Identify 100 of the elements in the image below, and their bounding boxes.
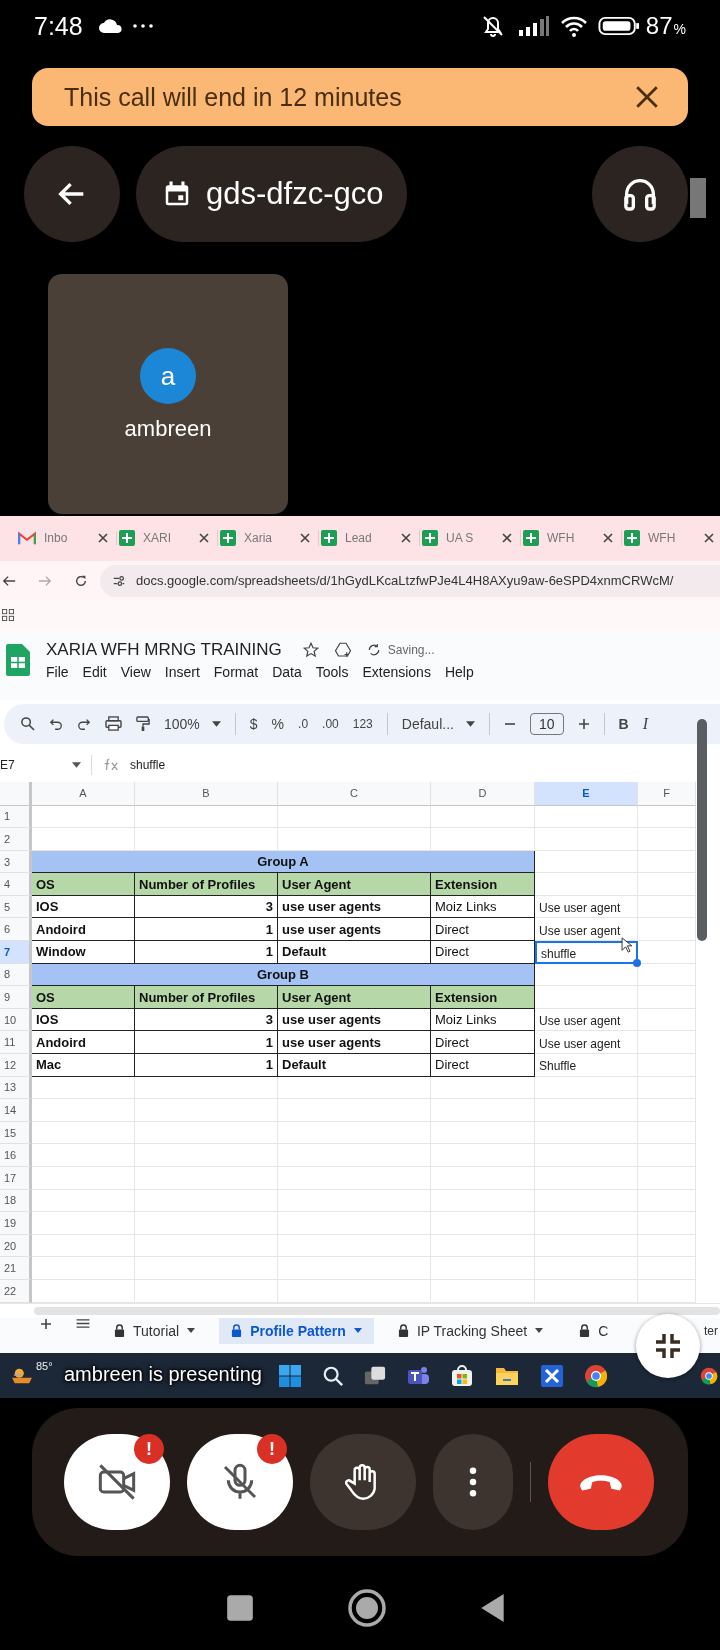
grid-cell[interactable] [278, 1189, 431, 1213]
grid-cell[interactable] [32, 1121, 135, 1145]
grid-cell[interactable] [32, 1257, 135, 1280]
grid-cell[interactable] [535, 805, 638, 829]
close-icon[interactable] [401, 533, 411, 544]
mic-button[interactable]: ! [187, 1434, 293, 1530]
close-icon[interactable] [704, 533, 714, 544]
grid-cell[interactable] [135, 1121, 278, 1145]
grid-cell[interactable] [135, 1144, 278, 1167]
column-letter[interactable]: B [135, 781, 278, 806]
task-view-icon[interactable] [364, 1364, 386, 1387]
grid-cell[interactable] [431, 1234, 535, 1258]
menu-item[interactable]: View [120, 664, 151, 681]
scroll-bar[interactable] [34, 1306, 720, 1315]
grid-cell[interactable] [135, 1076, 278, 1100]
grid-cell[interactable] [638, 1234, 696, 1258]
grid-cell[interactable] [638, 1099, 696, 1122]
grid-cell[interactable] [32, 1076, 135, 1100]
grid-cell[interactable] [535, 1099, 638, 1122]
forward-arrow-icon[interactable] [38, 573, 52, 588]
caret-icon[interactable] [72, 761, 81, 768]
grid-cell[interactable] [135, 1167, 278, 1190]
table-cell[interactable]: Use user agent [535, 895, 638, 919]
grid-cell[interactable] [135, 805, 278, 829]
row-number[interactable]: 18 [0, 1189, 32, 1213]
grid-cell[interactable] [32, 828, 135, 851]
grid-cell[interactable] [535, 1212, 638, 1235]
grid-cell[interactable] [535, 986, 638, 1009]
grid-cell[interactable] [431, 1189, 535, 1213]
close-icon[interactable] [98, 533, 108, 544]
drive-icon[interactable] [333, 641, 352, 660]
grid-cell[interactable] [278, 1280, 431, 1303]
grid-cell[interactable] [431, 828, 535, 851]
row-number[interactable]: 20 [0, 1234, 32, 1258]
zoom-dropdown[interactable]: 100% [164, 715, 221, 732]
row-number[interactable]: 1 [0, 805, 32, 829]
select-all-corner[interactable] [0, 781, 32, 806]
row-number[interactable]: 22 [0, 1280, 32, 1303]
row-number[interactable]: 2 [0, 828, 32, 851]
grid-cell[interactable] [638, 1031, 696, 1055]
grid-cell[interactable] [638, 1189, 696, 1213]
column-letter[interactable]: F [638, 781, 696, 806]
sheet-list-icon[interactable] [76, 1317, 90, 1329]
grid-cell[interactable] [535, 1234, 638, 1258]
fill-handle[interactable] [633, 958, 641, 967]
increase-decimals-button[interactable]: .00 [322, 716, 339, 731]
grid-cell[interactable] [431, 1212, 535, 1235]
grid-cell[interactable] [32, 1099, 135, 1122]
home-icon[interactable] [347, 1588, 387, 1628]
menu-item[interactable]: Insert [164, 664, 200, 681]
grid-cell[interactable] [535, 1280, 638, 1303]
currency-button[interactable]: $ [249, 715, 258, 732]
grid-cell[interactable] [535, 1189, 638, 1213]
row-number[interactable]: 12 [0, 1054, 32, 1077]
table-cell[interactable]: Shuffle [535, 1054, 638, 1077]
meeting-code-button[interactable]: gds-dfzc-gco [136, 146, 408, 242]
grid-cell[interactable] [638, 1257, 696, 1280]
paint-format-icon[interactable] [136, 715, 150, 732]
grid-cell[interactable] [135, 1212, 278, 1235]
caret-icon[interactable] [353, 1328, 362, 1333]
row-number[interactable]: 7 [0, 941, 32, 964]
row-number[interactable]: 13 [0, 1076, 32, 1100]
caret-icon[interactable] [535, 1328, 544, 1333]
column-letter[interactable]: C [278, 781, 431, 806]
site-settings-icon[interactable] [112, 573, 126, 588]
grid-cell[interactable] [638, 1054, 696, 1077]
grid-cell[interactable] [278, 805, 431, 829]
app-icon[interactable] [540, 1363, 564, 1388]
spreadsheet-logo-icon[interactable] [6, 644, 30, 677]
menu-item[interactable]: Edit [82, 664, 107, 681]
grid-cell[interactable] [535, 873, 638, 896]
grid-cell[interactable] [32, 1144, 135, 1167]
font-size-field[interactable]: 10 [529, 712, 564, 735]
grid-cell[interactable] [638, 918, 696, 942]
print-icon[interactable] [105, 716, 122, 732]
grid-cell[interactable] [431, 1076, 535, 1100]
grid-cell[interactable] [278, 1257, 431, 1280]
table-cell[interactable]: Use user agent [535, 1031, 638, 1055]
row-number[interactable]: 17 [0, 1167, 32, 1190]
grid-cell[interactable] [278, 828, 431, 851]
grid-cell[interactable] [638, 941, 696, 964]
camera-button[interactable]: ! [64, 1434, 170, 1530]
grid-cell[interactable] [638, 1212, 696, 1235]
participant-tile[interactable]: a ambreen [48, 274, 288, 514]
row-number[interactable]: 9 [0, 986, 32, 1009]
grid-cell[interactable] [135, 1234, 278, 1258]
grid-cell[interactable] [431, 1144, 535, 1167]
browser-tab[interactable]: WFH [521, 530, 622, 547]
grid-cell[interactable] [32, 1167, 135, 1190]
browser-tab[interactable]: UA S [420, 530, 521, 547]
menu-item[interactable]: Format [213, 664, 259, 681]
grid-cell[interactable] [638, 895, 696, 919]
grid-cell[interactable] [535, 1257, 638, 1280]
formula-field[interactable]: shuffle [130, 757, 166, 772]
column-letter[interactable]: E [535, 781, 638, 806]
decrease-decimals-button[interactable]: .0 [298, 716, 309, 731]
add-sheet-icon[interactable] [40, 1317, 52, 1330]
bold-button[interactable]: B [618, 715, 629, 732]
back-arrow-icon[interactable] [2, 573, 16, 588]
browser-tab[interactable]: Xaria [218, 530, 319, 547]
